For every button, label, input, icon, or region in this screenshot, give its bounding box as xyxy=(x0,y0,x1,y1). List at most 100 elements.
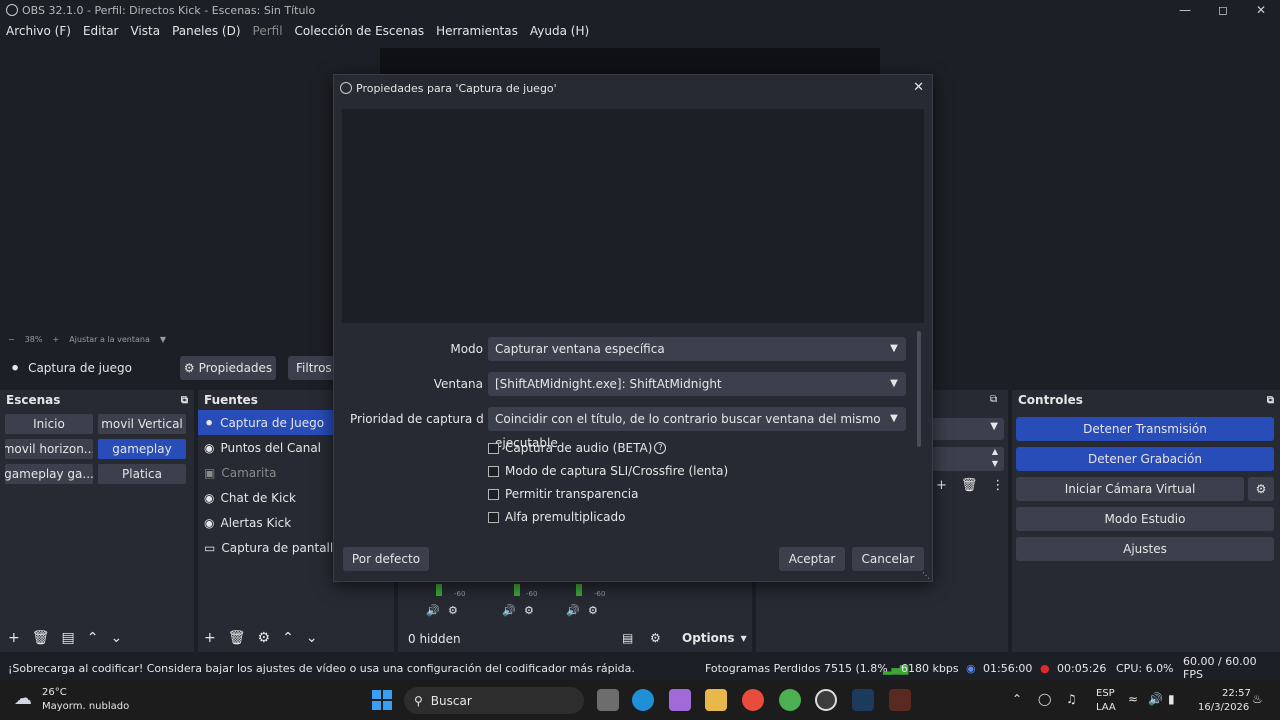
taskbar-search[interactable]: ⚲ Buscar xyxy=(404,687,584,714)
notification-icon[interactable]: ♨ xyxy=(1252,692,1263,706)
volume-icon[interactable]: 🔊 xyxy=(566,604,580,617)
remove-transition-button[interactable]: 🗑 xyxy=(961,478,978,493)
minimize-button[interactable]: — xyxy=(1166,0,1204,20)
defaults-button[interactable]: Por defecto xyxy=(343,547,429,571)
wifi-icon[interactable]: ≈ xyxy=(1128,692,1138,706)
clock-date[interactable]: 16/3/2026 xyxy=(1198,702,1249,713)
chrome-profile-icon[interactable] xyxy=(779,689,801,711)
copilot-icon[interactable] xyxy=(669,689,691,711)
weather-icon[interactable]: ☁ xyxy=(14,688,32,709)
remove-scene-button[interactable]: 🗑 xyxy=(32,630,50,646)
zoom-dropdown-icon[interactable]: ▼ xyxy=(160,335,166,344)
maximize-button[interactable]: ◻ xyxy=(1204,0,1242,20)
source-properties-button[interactable]: ⚙ xyxy=(258,630,271,646)
sli-crossfire-checkbox[interactable]: Modo de captura SLI/Crossfire (lenta) xyxy=(488,461,728,481)
stop-record-button[interactable]: Detener Grabación xyxy=(1016,447,1274,471)
mixer-layout-icon[interactable]: ▤ xyxy=(622,631,633,645)
menu-archivo[interactable]: Archivo (F) xyxy=(0,24,77,38)
premultiplied-alpha-checkbox[interactable]: Alfa premultiplicado xyxy=(488,507,625,527)
checkbox-box[interactable] xyxy=(488,442,499,454)
preview-canvas[interactable] xyxy=(380,48,880,74)
move-up-button[interactable]: ⌃ xyxy=(87,630,99,646)
menu-ayuda[interactable]: Ayuda (H) xyxy=(524,24,595,38)
battery-icon[interactable]: ▮ xyxy=(1168,692,1175,706)
spin-up-icon[interactable]: ▲ xyxy=(992,447,998,456)
zoom-out-button[interactable]: − xyxy=(8,335,15,344)
tray-chevron-icon[interactable]: ⌃ xyxy=(1012,692,1022,706)
menu-vista[interactable]: Vista xyxy=(124,24,166,38)
scene-gameplay-ga[interactable]: gameplay ga... xyxy=(5,464,93,484)
spin-down-icon[interactable]: ▼ xyxy=(992,459,998,468)
task-view-icon[interactable] xyxy=(597,689,619,711)
menu-coleccion[interactable]: Colección de Escenas xyxy=(289,24,431,38)
windows-start-icon[interactable] xyxy=(372,690,392,710)
menu-herramientas[interactable]: Herramientas xyxy=(430,24,524,38)
speaker-icon[interactable]: 🔊 xyxy=(1148,692,1163,706)
undock-icon[interactable]: ⧉ xyxy=(1267,395,1274,406)
microphone-icon[interactable]: ♫ xyxy=(1066,692,1077,706)
source-down-button[interactable]: ⌄ xyxy=(306,630,318,646)
add-scene-button[interactable]: + xyxy=(8,630,20,646)
file-explorer-icon[interactable] xyxy=(705,689,727,711)
audio-capture-checkbox[interactable]: Captura de audio (BETA)? xyxy=(488,438,667,458)
mixer-options-button[interactable]: Options ▾ xyxy=(682,631,747,645)
checkbox-box[interactable] xyxy=(488,465,499,477)
window-select[interactable]: [ShiftAtMidnight.exe]: ShiftAtMidnight ▼ xyxy=(488,372,906,396)
weather-desc[interactable]: Mayorm. nublado xyxy=(42,701,129,712)
tray-app-icon[interactable]: ◯ xyxy=(1038,692,1051,706)
scene-platica[interactable]: Platica xyxy=(98,464,186,484)
properties-button[interactable]: ⚙ Propiedades xyxy=(180,356,276,380)
weather-temp[interactable]: 26°C xyxy=(42,687,67,698)
transparency-checkbox[interactable]: Permitir transparencia xyxy=(488,484,639,504)
mixer-settings-icon[interactable]: ⚙ xyxy=(448,604,458,617)
zoom-in-button[interactable]: + xyxy=(52,335,59,344)
virtual-cam-settings-button[interactable]: ⚙ xyxy=(1248,477,1274,501)
scene-gameplay[interactable]: gameplay xyxy=(98,439,186,459)
mixer-advanced-icon[interactable]: ⚙ xyxy=(650,631,661,645)
obs-taskbar-icon[interactable] xyxy=(815,689,837,711)
scene-movil-vertical[interactable]: movil Vertical xyxy=(98,414,186,434)
add-transition-button[interactable]: + xyxy=(936,478,947,493)
mixer-settings-icon[interactable]: ⚙ xyxy=(588,604,598,617)
edge-icon[interactable] xyxy=(632,689,654,711)
checkbox-box[interactable] xyxy=(488,511,499,523)
menu-paneles[interactable]: Paneles (D) xyxy=(166,24,246,38)
volume-icon[interactable]: 🔊 xyxy=(502,604,516,617)
priority-select[interactable]: Coincidir con el título, de lo contrario… xyxy=(488,407,906,450)
help-icon[interactable]: ? xyxy=(654,442,667,454)
studio-mode-button[interactable]: Modo Estudio xyxy=(1016,507,1274,531)
clock-time[interactable]: 22:57 xyxy=(1222,688,1251,699)
transition-select[interactable]: ▼ xyxy=(932,418,1004,440)
zoom-fit-label[interactable]: Ajustar a la ventana xyxy=(69,335,150,344)
scene-movil-horizontal[interactable]: movil horizon... xyxy=(5,439,93,459)
language-laa[interactable]: LAA xyxy=(1096,702,1116,713)
undock-icon[interactable]: ⧉ xyxy=(181,395,188,406)
menu-perfil[interactable]: Perfil xyxy=(247,24,289,38)
close-window-button[interactable]: ✕ xyxy=(1242,0,1280,20)
source-up-button[interactable]: ⌃ xyxy=(282,630,294,646)
stop-stream-button[interactable]: Detener Transmisión xyxy=(1016,417,1274,441)
checkbox-box[interactable] xyxy=(488,488,499,500)
settings-button[interactable]: Ajustes xyxy=(1016,537,1274,561)
virtual-cam-button[interactable]: Iniciar Cámara Virtual xyxy=(1016,477,1244,501)
mixer-settings-icon[interactable]: ⚙ xyxy=(524,604,534,617)
mode-select[interactable]: Capturar ventana específica ▼ xyxy=(488,337,906,361)
close-icon[interactable]: ✕ xyxy=(913,80,924,95)
accept-button[interactable]: Aceptar xyxy=(779,547,845,571)
volume-icon[interactable]: 🔊 xyxy=(426,604,440,617)
remove-source-button[interactable]: 🗑 xyxy=(228,630,246,646)
cancel-button[interactable]: Cancelar xyxy=(852,547,924,571)
undock-icon[interactable]: ⧉ xyxy=(990,394,997,405)
resize-grip-icon[interactable]: ⋱ xyxy=(922,571,930,580)
language-esp[interactable]: ESP xyxy=(1096,688,1115,699)
scene-inicio[interactable]: Inicio xyxy=(5,414,93,434)
add-source-button[interactable]: + xyxy=(204,630,216,646)
menu-editar[interactable]: Editar xyxy=(77,24,125,38)
chrome-icon[interactable] xyxy=(742,689,764,711)
steam-icon[interactable] xyxy=(852,689,874,711)
move-down-button[interactable]: ⌄ xyxy=(110,630,122,646)
game-icon[interactable] xyxy=(889,689,911,711)
more-options-icon[interactable]: ⋮ xyxy=(991,478,1004,493)
scene-filters-button[interactable]: ▤ xyxy=(62,630,75,646)
dialog-scrollbar[interactable] xyxy=(917,331,921,447)
